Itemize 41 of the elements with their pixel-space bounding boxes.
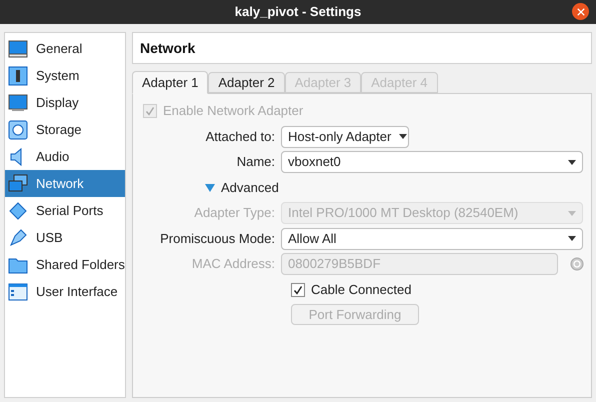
sidebar-item[interactable]: Serial Ports (5, 197, 125, 224)
category-icon (8, 282, 28, 302)
category-icon (8, 120, 28, 140)
sidebar-item[interactable]: System (5, 62, 125, 89)
sidebar-item[interactable]: Display (5, 89, 125, 116)
sidebar-item[interactable]: Storage (5, 116, 125, 143)
category-icon (8, 174, 28, 194)
category-icon (8, 228, 28, 248)
close-icon (576, 8, 584, 16)
category-icon (8, 200, 28, 220)
category-icon (8, 66, 28, 86)
sidebar-item[interactable]: User Interface (5, 278, 125, 305)
field-label: MAC Address: (190, 255, 275, 273)
checkbox[interactable] (291, 282, 305, 296)
checkbox-label: Enable Network Adapter (163, 102, 304, 120)
sidebar-item[interactable]: Network (5, 170, 125, 197)
field-label: Promiscuous Mode: (159, 230, 275, 248)
checkbox-label: Cable Connected (311, 280, 412, 299)
field-label: Name: (236, 153, 275, 171)
triangle-icon (205, 184, 215, 192)
tab[interactable]: Adapter 1 (132, 71, 208, 94)
field-label: Attached to: (204, 128, 275, 146)
close-button[interactable] (572, 3, 589, 20)
dropdown[interactable]: Host-only Adapter (281, 126, 409, 148)
sidebar-item[interactable]: Shared Folders (5, 251, 125, 278)
advanced-expander[interactable]: Advanced (205, 178, 279, 198)
category-icon (8, 38, 28, 58)
caret-icon (399, 134, 408, 139)
sidebar-item[interactable]: General (5, 35, 125, 62)
category-icon (8, 92, 28, 112)
sidebar-item[interactable]: USB (5, 224, 125, 251)
field-label: Adapter Type: (193, 204, 275, 222)
tab[interactable]: Adapter 2 (208, 72, 285, 93)
page-title: Network (140, 38, 196, 58)
dropdown[interactable]: vboxnet0 (281, 151, 583, 173)
caret-icon (568, 210, 576, 216)
caret-icon (568, 236, 576, 241)
dropdown[interactable]: Allow All (281, 228, 583, 250)
caret-icon (568, 160, 576, 164)
window-title: kaly_pivot - Settings (234, 3, 362, 22)
sidebar-item[interactable]: Audio (5, 143, 125, 170)
